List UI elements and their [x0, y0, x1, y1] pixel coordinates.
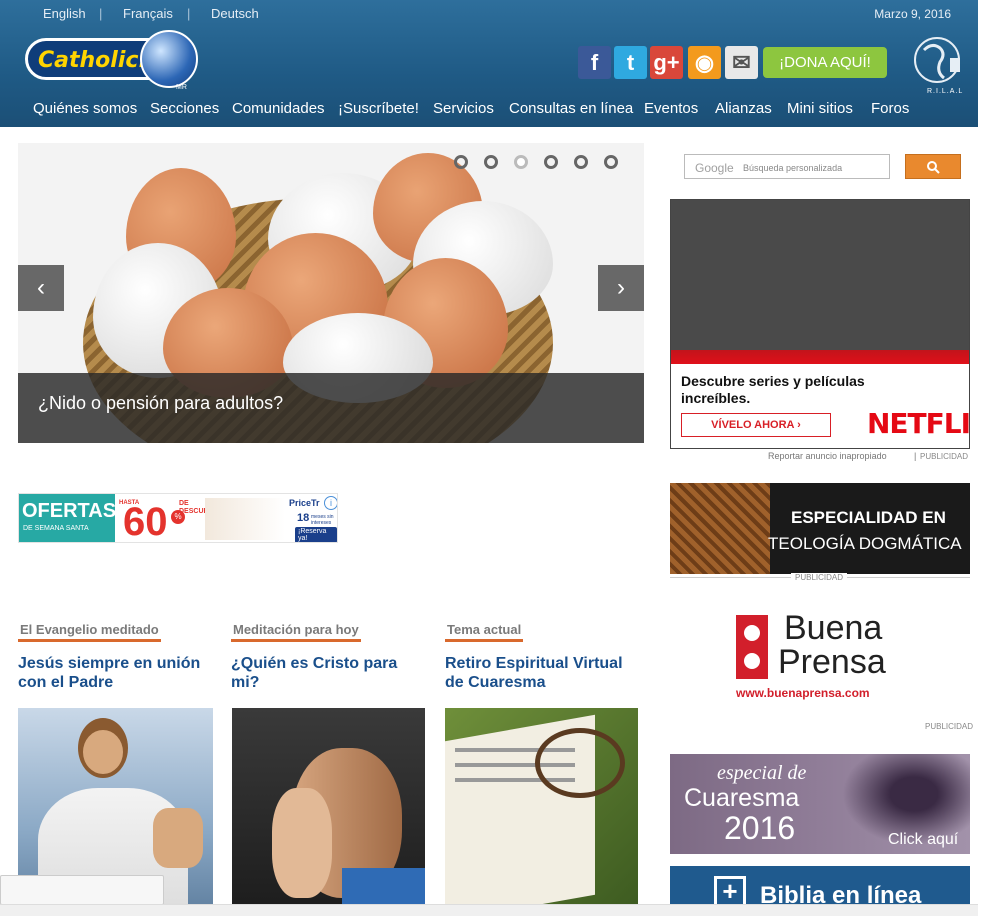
publicidad-label: PUBLICIDAD	[925, 722, 974, 731]
twitter-icon[interactable]: t	[614, 46, 647, 79]
slider-dot-active[interactable]	[514, 155, 528, 169]
lang-francais[interactable]: Français	[123, 6, 173, 21]
horizontal-scrollbar[interactable]	[0, 904, 978, 916]
ofertas-banner-ad[interactable]: OFERTAS DE SEMANA SANTA HASTA 60 % DE DE…	[18, 493, 338, 543]
cuaresma-title: Cuaresma	[684, 784, 800, 812]
ad-text: Descubre series y películas increíbles.	[681, 373, 865, 406]
search-placeholder: Búsqueda personalizada	[743, 163, 843, 173]
email-icon[interactable]: ✉	[725, 46, 758, 79]
teologia-line2: TEOLOGÍA DOGMÁTICA	[768, 534, 962, 553]
lang-separator: |	[187, 6, 191, 21]
logo-mark: MR	[176, 84, 187, 91]
click-aqui-link[interactable]: Click aquí	[888, 831, 958, 849]
section-title-link[interactable]: Retiro Espiritual Virtual de Cuaresma	[445, 654, 641, 692]
section-tema-actual: Tema actual Retiro Espiritual Virtual de…	[445, 620, 641, 692]
nav-mini-sitios[interactable]: Mini sitios	[787, 100, 853, 117]
publicidad-label: PUBLICIDAD	[920, 452, 969, 461]
nav-foros[interactable]: Foros	[871, 100, 909, 117]
slide-caption[interactable]: ¿Nido o pensión para adultos?	[18, 373, 644, 443]
chevron-right-icon: ›	[617, 274, 625, 301]
cuaresma-banner[interactable]: especial de Cuaresma 2016 Click aquí	[670, 754, 970, 854]
bottom-popup-tab[interactable]	[0, 875, 164, 905]
teologia-ad[interactable]: ESPECIALIDAD EN TEOLOGÍA DOGMÁTICA	[670, 483, 970, 574]
percent-value: 60	[123, 500, 168, 543]
section-evangelio: El Evangelio meditado Jesús siempre en u…	[18, 620, 214, 692]
reserva-button[interactable]: ¡Reserva ya!	[295, 527, 337, 542]
section-heading[interactable]: Tema actual	[445, 620, 524, 642]
teologia-line1: ESPECIALIDAD EN	[791, 508, 946, 527]
man-praying-image[interactable]	[232, 708, 425, 916]
slider-dot[interactable]	[604, 155, 618, 169]
netflix-logo: NETFLIX	[867, 407, 970, 440]
search-button[interactable]	[905, 154, 961, 179]
facebook-icon[interactable]: f	[578, 46, 611, 79]
site-header: English | Français | Deutsch Marzo 9, 20…	[0, 0, 978, 127]
info-icon[interactable]: i	[324, 496, 337, 510]
lang-separator: |	[99, 6, 103, 21]
rilal-logo-icon[interactable]	[910, 32, 964, 88]
manuscript-image	[670, 483, 770, 574]
slider-prev-button[interactable]: ‹	[18, 265, 64, 311]
nav-alianzas[interactable]: Alianzas	[715, 100, 772, 117]
netflix-ad[interactable]: Descubre series y películas increíbles. …	[670, 199, 970, 449]
semana-santa-text: DE SEMANA SANTA	[23, 525, 89, 532]
vivelo-ahora-button[interactable]: VÍVELO AHORA ›	[681, 413, 831, 437]
cuaresma-year: 2016	[724, 810, 796, 846]
search-icon	[927, 160, 940, 174]
publicidad-label: PUBLICIDAD	[791, 573, 848, 582]
rilal-label: R.I.L.A.L	[927, 88, 964, 95]
nav-secciones[interactable]: Secciones	[150, 100, 219, 117]
google-brand: Google	[695, 161, 734, 175]
donate-button[interactable]: ¡DONA AQUÍ!	[763, 47, 887, 78]
nav-consultas[interactable]: Consultas en línea	[509, 100, 633, 117]
slider-dot[interactable]	[454, 155, 468, 169]
globe-icon	[140, 30, 198, 88]
prensa-text: Prensa	[778, 643, 886, 681]
section-heading[interactable]: El Evangelio meditado	[18, 620, 161, 642]
pricetravel-brand: PriceTr	[289, 498, 320, 508]
slider-dot[interactable]	[484, 155, 498, 169]
google-plus-icon[interactable]: g+	[650, 46, 683, 79]
buena-prensa-url[interactable]: www.buenaprensa.com	[736, 686, 870, 700]
rss-icon[interactable]: ◉	[688, 46, 721, 79]
section-heading[interactable]: Meditación para hoy	[231, 620, 361, 642]
nav-eventos[interactable]: Eventos	[644, 100, 698, 117]
ad-video-area	[671, 200, 969, 350]
report-ad-link[interactable]: Reportar anuncio inapropiado	[768, 451, 887, 461]
especial-text: especial de	[717, 762, 807, 784]
ofertas-text: OFERTAS	[22, 500, 117, 522]
slide-caption-text: ¿Nido o pensión para adultos?	[38, 393, 284, 413]
slider-next-button[interactable]: ›	[598, 265, 644, 311]
section-meditacion: Meditación para hoy ¿Quién es Cristo par…	[231, 620, 427, 692]
slider-dot[interactable]	[574, 155, 588, 169]
section-title-link[interactable]: ¿Quién es Cristo para mi?	[231, 654, 427, 692]
nav-quienes-somos[interactable]: Quiénes somos	[33, 100, 137, 117]
slider-dot[interactable]	[544, 155, 558, 169]
nav-suscribete[interactable]: ¡Suscríbete!	[338, 100, 419, 117]
nav-comunidades[interactable]: Comunidades	[232, 100, 325, 117]
ad-red-strip	[671, 350, 969, 364]
nav-servicios[interactable]: Servicios	[433, 100, 494, 117]
lang-english[interactable]: English	[43, 6, 86, 21]
meses-value: 18	[297, 512, 310, 524]
section-title-link[interactable]: Jesús siempre en unión con el Padre	[18, 654, 214, 692]
lang-deutsch[interactable]: Deutsch	[211, 6, 259, 21]
de-text: DE	[179, 500, 189, 507]
report-separator: |	[914, 451, 917, 461]
featured-slider[interactable]: ‹ › ¿Nido o pensión para adultos?	[18, 143, 644, 443]
current-date: Marzo 9, 2016	[874, 7, 951, 21]
buena-prensa-logo[interactable]: Buena Prensa www.buenaprensa.com	[736, 609, 906, 703]
chevron-left-icon: ‹	[37, 274, 45, 301]
bible-crown-image[interactable]	[445, 708, 638, 916]
family-photo	[205, 498, 285, 540]
page-right-margin	[978, 0, 992, 916]
search-input[interactable]: Google Búsqueda personalizada	[684, 154, 890, 179]
meses-text: meses sin intereses	[311, 514, 334, 526]
